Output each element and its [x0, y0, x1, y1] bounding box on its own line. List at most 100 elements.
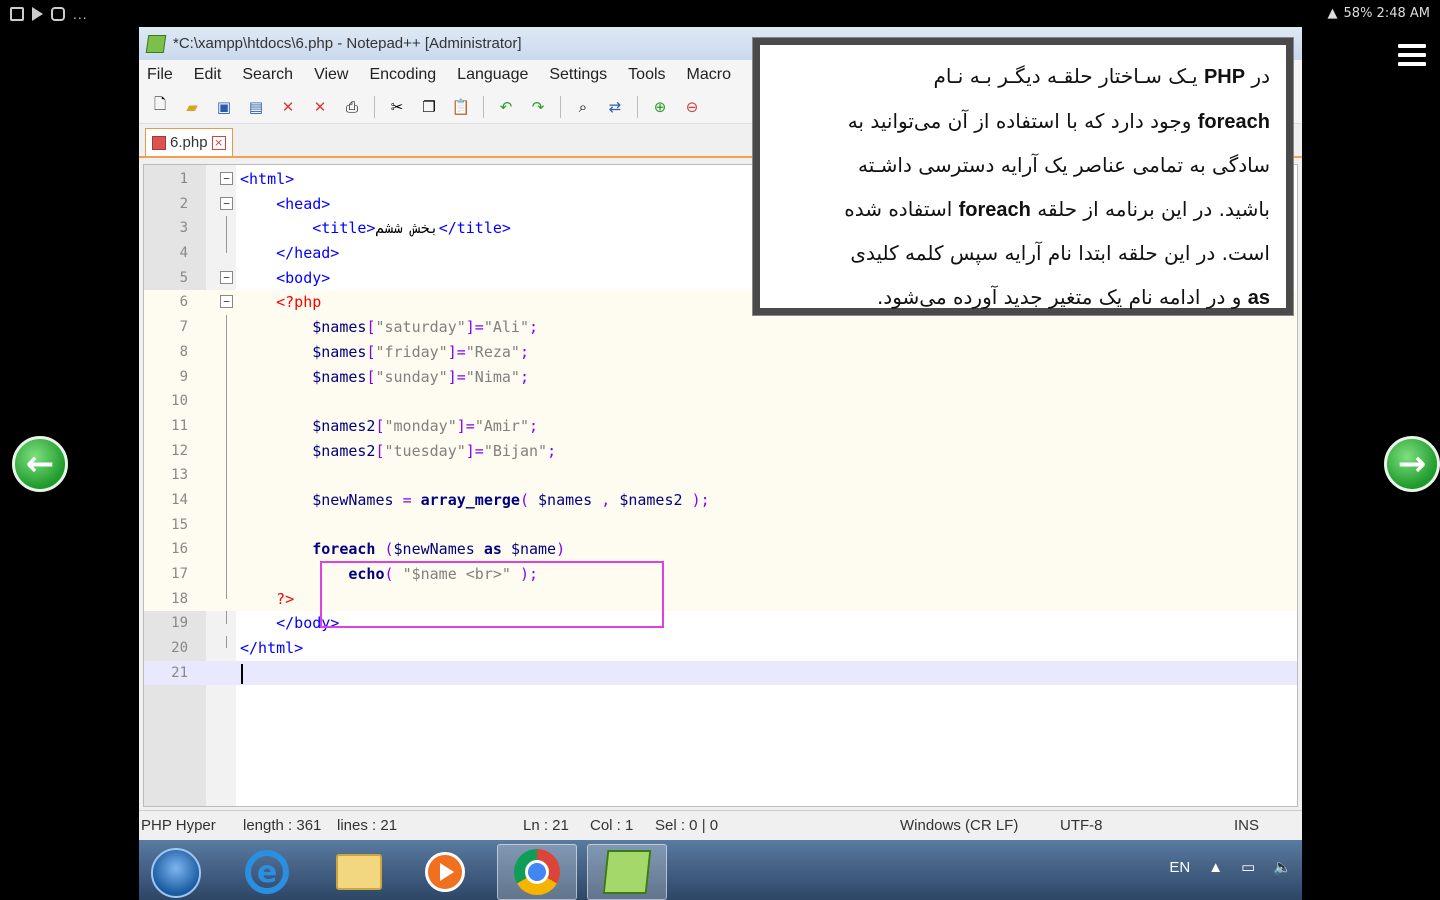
code-text: $names["friday"]="Reza"; [312, 342, 529, 361]
next-arrow-icon[interactable]: → [1384, 436, 1440, 492]
close-file-icon[interactable]: ✕ [275, 95, 301, 119]
line-number: 12 [171, 442, 188, 459]
code-text: <html> [240, 170, 295, 188]
line-number: 11 [171, 417, 188, 434]
status-col: Col : 1 [590, 817, 634, 834]
fold-toggle-icon[interactable]: − [220, 270, 233, 284]
tab-6-php[interactable]: 6.php × [145, 128, 233, 156]
cut-icon[interactable]: ✂ [384, 95, 410, 119]
code-line[interactable]: 9 $names["sunday"]="Nima"; [144, 364, 1297, 390]
line-number: 14 [171, 491, 188, 508]
internet-explorer-icon: e [245, 850, 289, 894]
tray-expand-icon[interactable]: ▲ [1208, 859, 1223, 876]
code-line[interactable]: 17 echo( "$name <br>" ); [144, 562, 1297, 587]
fold-guide [226, 315, 227, 340]
menu-view[interactable]: View [314, 66, 348, 84]
line-number: 2 [179, 195, 188, 212]
menu-encoding[interactable]: Encoding [369, 66, 436, 84]
replace-icon[interactable]: ⇄ [602, 95, 628, 119]
code-line[interactable]: 11 $names2["monday"]="Amir"; [144, 413, 1297, 439]
taskbar-media-player[interactable] [405, 844, 485, 900]
undo-icon[interactable]: ↶ [493, 95, 519, 119]
line-number: 3 [179, 220, 188, 237]
print-icon[interactable]: ⎙ [339, 95, 365, 119]
fold-guide [226, 487, 227, 513]
code-text: $names2["monday"]="Amir"; [312, 416, 539, 435]
more-notifications-icon: ... [73, 6, 88, 22]
code-line[interactable]: 12 $names2["tuesday"]="Bijan"; [144, 438, 1297, 464]
code-line[interactable]: 15 [144, 512, 1297, 538]
status-length: length : 361 [243, 817, 322, 834]
taskbar-explorer[interactable] [319, 844, 399, 900]
language-indicator[interactable]: EN [1169, 859, 1190, 876]
fold-toggle-icon[interactable]: − [220, 196, 233, 210]
fold-guide [226, 438, 227, 464]
menu-icon[interactable] [1398, 44, 1426, 66]
note-line: باشید. در این برنامه از حلقه foreach است… [844, 196, 1270, 221]
editor-statusbar: PHP Hyper length : 361 lines : 21 Ln : 2… [139, 810, 1302, 840]
paste-icon[interactable]: 📋 [448, 95, 474, 119]
tab-label: 6.php [170, 134, 208, 151]
code-line[interactable]: 13 [144, 463, 1297, 488]
code-text: ?> [276, 589, 295, 608]
status-mode: INS [1234, 817, 1260, 834]
menu-macro[interactable]: Macro [687, 66, 731, 84]
menu-language[interactable]: Language [457, 66, 528, 84]
taskbar-ie[interactable]: e [227, 844, 307, 900]
new-file-icon[interactable]: 🗋 [147, 95, 173, 119]
save-icon[interactable]: ▣ [211, 95, 237, 119]
line-number: 8 [179, 343, 188, 360]
fold-toggle-icon[interactable]: − [220, 172, 233, 185]
copy-icon[interactable]: ❐ [416, 95, 442, 119]
fold-toggle-icon[interactable]: − [220, 295, 233, 309]
previous-arrow-icon[interactable]: ← [12, 436, 68, 492]
line-number: 4 [179, 245, 188, 262]
save-all-icon[interactable]: ▤ [243, 95, 269, 119]
zoom-out-icon[interactable]: ⊖ [679, 95, 705, 119]
note-line: در PHP یـک سـاختار حلقـه دیگـر بـه نـام [933, 64, 1270, 88]
volume-icon[interactable]: 🔈 [1273, 858, 1292, 876]
windows-start-icon[interactable] [151, 848, 201, 898]
status-eol: Windows (CR LF) [900, 817, 1019, 834]
code-line[interactable]: 8 $names["friday"]="Reza"; [144, 339, 1297, 365]
menu-file[interactable]: File [147, 66, 173, 84]
android-status-bar: ... ▲ 58% 2:48 AM [0, 0, 1440, 28]
chrome-icon [514, 849, 560, 895]
line-number: 6 [179, 294, 188, 311]
code-line[interactable]: 19 </body> [144, 611, 1297, 636]
code-text: </html> [240, 639, 304, 658]
code-text: <?php [276, 293, 322, 312]
menu-search[interactable]: Search [242, 66, 293, 84]
explanation-text: در PHP یـک سـاختار حلقـه دیگـر بـه نـام f… [778, 55, 1270, 320]
gallery-icon [10, 7, 24, 21]
code-line[interactable]: 18 ?> [144, 586, 1297, 612]
menu-settings[interactable]: Settings [549, 66, 607, 84]
close-all-icon[interactable]: ✕ [307, 95, 333, 119]
taskbar-notepad[interactable] [587, 844, 667, 900]
open-file-icon[interactable]: ▰ [179, 95, 205, 119]
fold-guide [226, 241, 227, 254]
fold-guide [226, 512, 227, 538]
code-line[interactable]: 16 foreach ($newNames as $name) [144, 537, 1297, 562]
fold-guide [226, 364, 227, 390]
find-icon[interactable]: ⌕ [570, 95, 596, 119]
code-line[interactable]: 20 </html> [144, 636, 1297, 661]
menu-tools[interactable]: Tools [628, 66, 665, 84]
status-time: 58% 2:48 AM [1343, 6, 1430, 21]
line-number: 13 [171, 467, 188, 484]
close-tab-icon[interactable]: × [211, 135, 226, 150]
code-line[interactable]: 14 $newNames = array_merge( $names , $na… [144, 487, 1297, 513]
menu-edit[interactable]: Edit [194, 66, 222, 84]
redo-icon[interactable]: ↷ [525, 95, 551, 119]
taskbar-chrome[interactable] [497, 844, 577, 900]
window-title: *C:\xampp\htdocs\6.php - Notepad++ [Admi… [173, 35, 522, 52]
fold-guide [226, 562, 227, 587]
network-icon[interactable]: ▭ [1241, 858, 1255, 876]
line-number: 7 [179, 319, 188, 336]
note-line: as و در ادامه نام یک متغیر جدید آورده می… [876, 284, 1270, 309]
code-line[interactable]: 10 [144, 389, 1297, 414]
fold-guide [226, 636, 227, 649]
code-line[interactable]: 21 [144, 660, 1297, 686]
zoom-in-icon[interactable]: ⊕ [647, 95, 673, 119]
line-number: 18 [171, 590, 188, 607]
